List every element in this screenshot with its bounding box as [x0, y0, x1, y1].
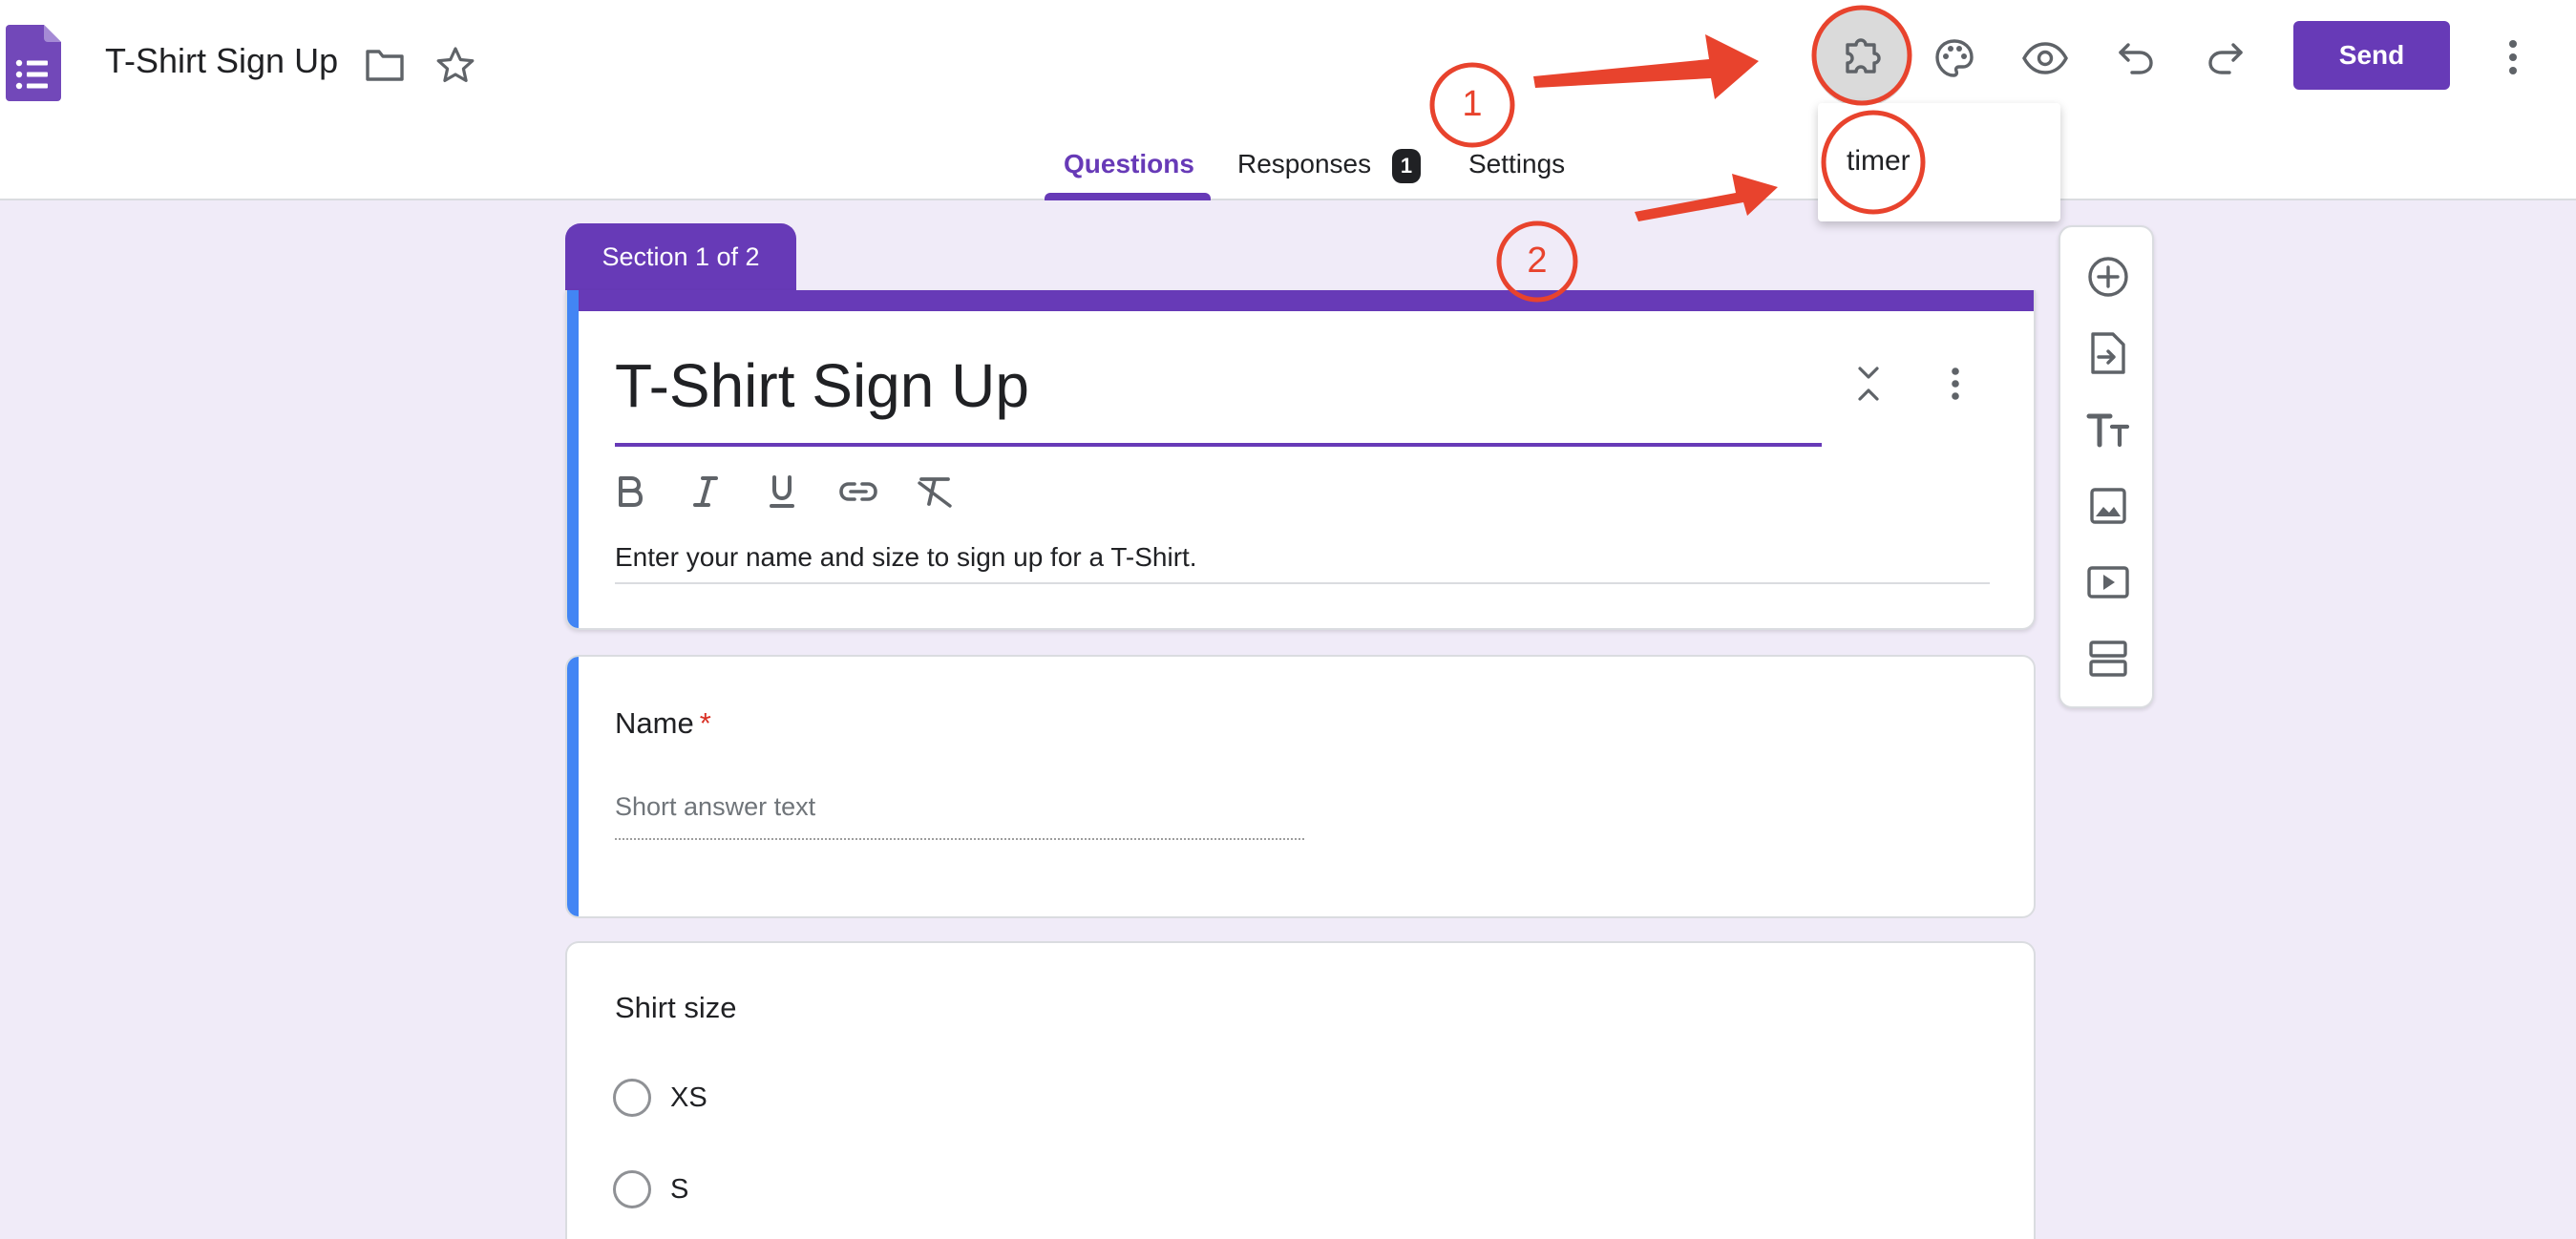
document-title[interactable]: T-Shirt Sign Up	[105, 40, 338, 82]
add-title-button[interactable]	[2081, 403, 2135, 456]
addons-puzzle-icon	[1846, 38, 1881, 74]
radio-button[interactable]	[613, 1079, 651, 1117]
question-label: Name	[615, 706, 694, 740]
add-image-icon	[2090, 488, 2126, 524]
focus-indicator	[567, 290, 579, 628]
add-section-icon	[2089, 640, 2127, 677]
radio-button[interactable]	[613, 1170, 651, 1208]
add-question-icon	[2088, 257, 2128, 297]
customize-theme-button[interactable]	[1927, 31, 1982, 86]
more-options-button[interactable]	[2494, 29, 2532, 86]
forms-logo-icon[interactable]	[6, 25, 61, 101]
app-header: T-Shirt Sign Up Send Questions Responses…	[0, 0, 2576, 200]
italic-icon	[693, 476, 718, 507]
star-icon	[436, 47, 475, 82]
form-description-input[interactable]: Enter your name and size to sign up for …	[615, 542, 1197, 573]
question-label: Shirt size	[615, 991, 737, 1024]
import-questions-icon	[2091, 332, 2125, 374]
question-title[interactable]: Name *	[615, 706, 711, 741]
tab-questions[interactable]: Questions	[1064, 145, 1194, 183]
move-to-folder-button[interactable]	[361, 44, 409, 86]
question-toolbar	[2059, 225, 2154, 708]
undo-icon	[2119, 43, 2153, 74]
add-video-icon	[2087, 566, 2129, 598]
addons-menu: timer	[1818, 103, 2060, 221]
focus-indicator	[567, 657, 579, 916]
preview-button[interactable]	[2016, 31, 2074, 86]
underline-button[interactable]	[752, 462, 812, 521]
tab-settings[interactable]: Settings	[1468, 145, 1565, 183]
option-row[interactable]: XS	[613, 1079, 707, 1117]
question-card-name[interactable]: Name * Short answer text	[565, 655, 2036, 918]
section-more-button[interactable]	[1936, 357, 1974, 410]
bold-icon	[619, 476, 643, 507]
description-underline	[615, 582, 1990, 584]
clear-format-icon	[918, 477, 952, 508]
form-title-card[interactable]: T-Shirt Sign Up Enter your name and size…	[565, 290, 2036, 630]
collapse-section-button[interactable]	[1847, 357, 1890, 410]
clear-formatting-button[interactable]	[905, 462, 964, 521]
add-section-button[interactable]	[2081, 632, 2135, 685]
italic-button[interactable]	[676, 462, 735, 521]
form-title-input[interactable]: T-Shirt Sign Up	[615, 347, 1029, 424]
short-answer-placeholder: Short answer text	[615, 792, 816, 821]
title-underline	[615, 443, 1822, 447]
short-answer-underline	[615, 838, 1304, 840]
responses-count-badge: 1	[1392, 149, 1421, 183]
collapse-icon	[1858, 367, 1879, 401]
option-label: S	[670, 1173, 689, 1205]
option-label: XS	[670, 1082, 707, 1113]
bold-button[interactable]	[600, 462, 659, 521]
addon-menu-item-timer[interactable]: timer	[1847, 145, 1911, 178]
redo-icon	[2208, 43, 2243, 74]
add-title-icon	[2086, 413, 2130, 448]
eye-icon	[2022, 42, 2068, 74]
redo-button[interactable]	[2198, 31, 2253, 86]
folder-icon	[366, 50, 404, 81]
more-vert-icon	[2509, 40, 2517, 74]
option-row[interactable]: S	[613, 1170, 688, 1208]
question-title[interactable]: Shirt size	[615, 991, 736, 1025]
question-card-shirt-size[interactable]: Shirt size XS S	[565, 941, 2036, 1239]
undo-button[interactable]	[2108, 31, 2164, 86]
step-1-label: 1	[1462, 84, 1483, 124]
step-2-label: 2	[1527, 241, 1548, 281]
active-tab-indicator	[1045, 193, 1211, 200]
underline-icon	[770, 475, 794, 508]
required-marker: *	[699, 706, 711, 740]
import-questions-button[interactable]	[2081, 326, 2135, 380]
link-icon	[839, 482, 877, 501]
title-card-accent	[567, 290, 2034, 311]
add-image-button[interactable]	[2081, 479, 2135, 533]
tab-responses[interactable]: Responses	[1237, 145, 1371, 183]
send-button[interactable]: Send	[2293, 21, 2450, 90]
section-label: Section 1 of 2	[565, 223, 796, 300]
palette-icon	[1935, 39, 1974, 77]
star-button[interactable]	[432, 42, 479, 88]
addons-button[interactable]	[1812, 8, 1911, 107]
add-video-button[interactable]	[2081, 556, 2135, 609]
add-question-button[interactable]	[2081, 250, 2135, 304]
more-vert-icon	[1952, 368, 1959, 400]
insert-link-button[interactable]	[829, 462, 888, 521]
